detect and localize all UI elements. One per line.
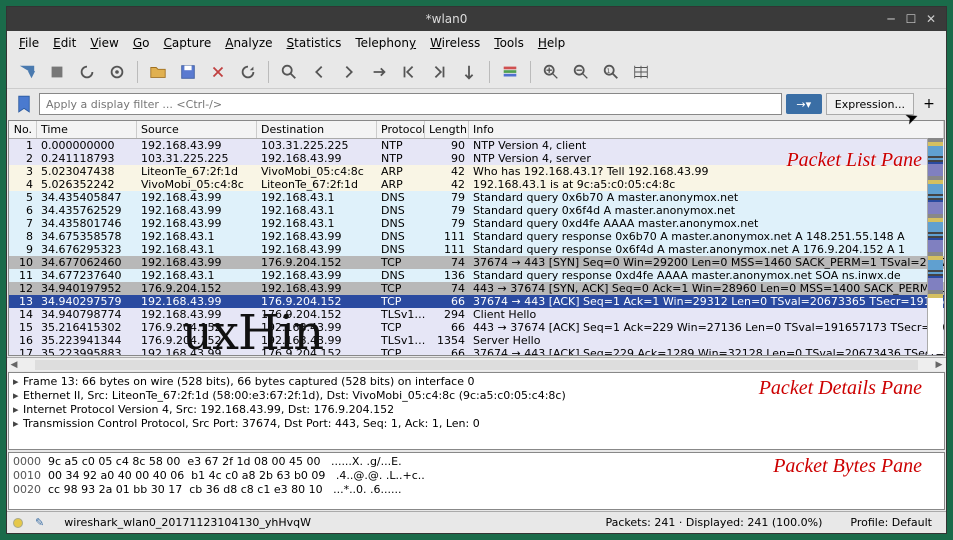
menu-statistics[interactable]: Statistics <box>281 34 348 52</box>
status-file: wireshark_wlan0_20171123104130_yhHvqW <box>56 516 585 529</box>
reload-icon[interactable] <box>234 58 262 86</box>
packet-row[interactable]: 45.026352242VivoMobi_05:c4:8cLiteonTe_67… <box>9 178 944 191</box>
svg-text:1: 1 <box>607 67 611 74</box>
close-button[interactable]: ✕ <box>922 12 940 26</box>
packet-row[interactable]: 20.241118793103.31.225.225192.168.43.99N… <box>9 152 944 165</box>
menubar: File Edit View Go Capture Analyze Statis… <box>7 31 946 55</box>
display-filter-input[interactable] <box>39 93 782 115</box>
capture-options-icon[interactable] <box>103 58 131 86</box>
col-length[interactable]: Length <box>425 121 469 138</box>
zoom-out-icon[interactable] <box>567 58 595 86</box>
add-filter-button[interactable]: + <box>918 93 940 115</box>
packet-row[interactable]: 10.000000000192.168.43.99103.31.225.225N… <box>9 139 944 152</box>
go-to-packet-icon[interactable] <box>365 58 393 86</box>
packet-row[interactable]: 1234.940197952176.9.204.152192.168.43.99… <box>9 282 944 295</box>
col-info[interactable]: Info <box>469 121 944 138</box>
packet-row[interactable]: 1635.223941344176.9.204.152192.168.43.99… <box>9 334 944 347</box>
packet-row[interactable]: 934.676295323192.168.43.1192.168.43.99DN… <box>9 243 944 256</box>
filter-bar: → ▾ Expression... + <box>7 89 946 119</box>
packet-details-pane[interactable]: Packet Details Pane ▸Frame 13: 66 bytes … <box>8 372 945 450</box>
menu-wireless[interactable]: Wireless <box>424 34 486 52</box>
col-destination[interactable]: Destination <box>257 121 377 138</box>
menu-help[interactable]: Help <box>532 34 571 52</box>
menu-view[interactable]: View <box>84 34 124 52</box>
menu-edit[interactable]: Edit <box>47 34 82 52</box>
maximize-button[interactable]: ☐ <box>902 12 920 26</box>
restart-capture-icon[interactable] <box>73 58 101 86</box>
packet-row[interactable]: 1735.223995883192.168.43.99176.9.204.152… <box>9 347 944 356</box>
packet-row[interactable]: 634.435762529192.168.43.99192.168.43.1DN… <box>9 204 944 217</box>
bookmark-icon[interactable] <box>13 93 35 115</box>
resize-columns-icon[interactable] <box>627 58 655 86</box>
packet-row[interactable]: 734.435801746192.168.43.99192.168.43.1DN… <box>9 217 944 230</box>
packet-row[interactable]: 35.023047438LiteonTe_67:2f:1dVivoMobi_05… <box>9 165 944 178</box>
detail-line[interactable]: ▸Frame 13: 66 bytes on wire (528 bits), … <box>13 375 940 389</box>
auto-scroll-icon[interactable] <box>455 58 483 86</box>
packet-row[interactable]: 1334.940297579192.168.43.99176.9.204.152… <box>9 295 944 308</box>
colorize-icon[interactable] <box>496 58 524 86</box>
go-last-icon[interactable] <box>425 58 453 86</box>
bytes-line[interactable]: 0000 9c a5 c0 05 c4 8c 58 00 e3 67 2f 1d… <box>13 455 940 469</box>
packet-row[interactable]: 834.675358578192.168.43.1192.168.43.99DN… <box>9 230 944 243</box>
zoom-reset-icon[interactable]: 1 <box>597 58 625 86</box>
start-capture-icon[interactable] <box>13 58 41 86</box>
packet-row[interactable]: 1134.677237640192.168.43.1192.168.43.99D… <box>9 269 944 282</box>
menu-telephony[interactable]: Telephony <box>349 34 422 52</box>
menu-analyze[interactable]: Analyze <box>219 34 278 52</box>
detail-line[interactable]: ▸Transmission Control Protocol, Src Port… <box>13 417 940 431</box>
packet-map[interactable] <box>927 138 943 354</box>
packet-row[interactable]: 534.435405847192.168.43.99192.168.43.1DN… <box>9 191 944 204</box>
titlebar: *wlan0 ─ ☐ ✕ <box>7 7 946 31</box>
expression-button[interactable]: Expression... <box>826 93 914 115</box>
packet-bytes-pane[interactable]: Packet Bytes Pane 0000 9c a5 c0 05 c4 8c… <box>8 452 945 510</box>
close-file-icon[interactable] <box>204 58 232 86</box>
menu-go[interactable]: Go <box>127 34 156 52</box>
col-source[interactable]: Source <box>137 121 257 138</box>
status-packets: Packets: 241 · Displayed: 241 (100.0%) <box>597 516 830 529</box>
find-icon[interactable] <box>275 58 303 86</box>
expert-info-icon[interactable] <box>13 518 23 528</box>
toolbar: 1 <box>7 55 946 89</box>
packet-list-header: No. Time Source Destination Protocol Len… <box>9 121 944 139</box>
menu-tools[interactable]: Tools <box>488 34 530 52</box>
packet-row[interactable]: 1535.216415302176.9.204.152192.168.43.99… <box>9 321 944 334</box>
col-no[interactable]: No. <box>9 121 37 138</box>
go-first-icon[interactable] <box>395 58 423 86</box>
open-file-icon[interactable] <box>144 58 172 86</box>
apply-filter-button[interactable]: → ▾ <box>786 94 822 114</box>
menu-capture[interactable]: Capture <box>157 34 217 52</box>
go-back-icon[interactable] <box>305 58 333 86</box>
packet-row[interactable]: 1434.940798774192.168.43.99176.9.204.152… <box>9 308 944 321</box>
detail-line[interactable]: ▸Internet Protocol Version 4, Src: 192.1… <box>13 403 940 417</box>
detail-line[interactable]: ▸Ethernet II, Src: LiteonTe_67:2f:1d (58… <box>13 389 940 403</box>
window-title: *wlan0 <box>13 12 880 26</box>
packet-row[interactable]: 1034.677062460192.168.43.99176.9.204.152… <box>9 256 944 269</box>
minimize-button[interactable]: ─ <box>882 12 900 26</box>
col-protocol[interactable]: Protocol <box>377 121 425 138</box>
stop-capture-icon[interactable] <box>43 58 71 86</box>
zoom-in-icon[interactable] <box>537 58 565 86</box>
bytes-line[interactable]: 0010 00 34 92 a0 40 00 40 06 b1 4c c0 a8… <box>13 469 940 483</box>
packet-list-pane[interactable]: Packet List Pane No. Time Source Destina… <box>8 120 945 356</box>
menu-file[interactable]: File <box>13 34 45 52</box>
save-file-icon[interactable] <box>174 58 202 86</box>
col-time[interactable]: Time <box>37 121 137 138</box>
go-forward-icon[interactable] <box>335 58 363 86</box>
packet-list-hscroll[interactable]: ◀▶ <box>7 357 946 371</box>
edit-capture-icon[interactable]: ✎ <box>35 516 44 529</box>
status-profile[interactable]: Profile: Default <box>842 516 940 529</box>
bytes-line[interactable]: 0020 cc 98 93 2a 01 bb 30 17 cb 36 d8 c8… <box>13 483 940 497</box>
statusbar: ✎ wireshark_wlan0_20171123104130_yhHvqW … <box>7 511 946 533</box>
